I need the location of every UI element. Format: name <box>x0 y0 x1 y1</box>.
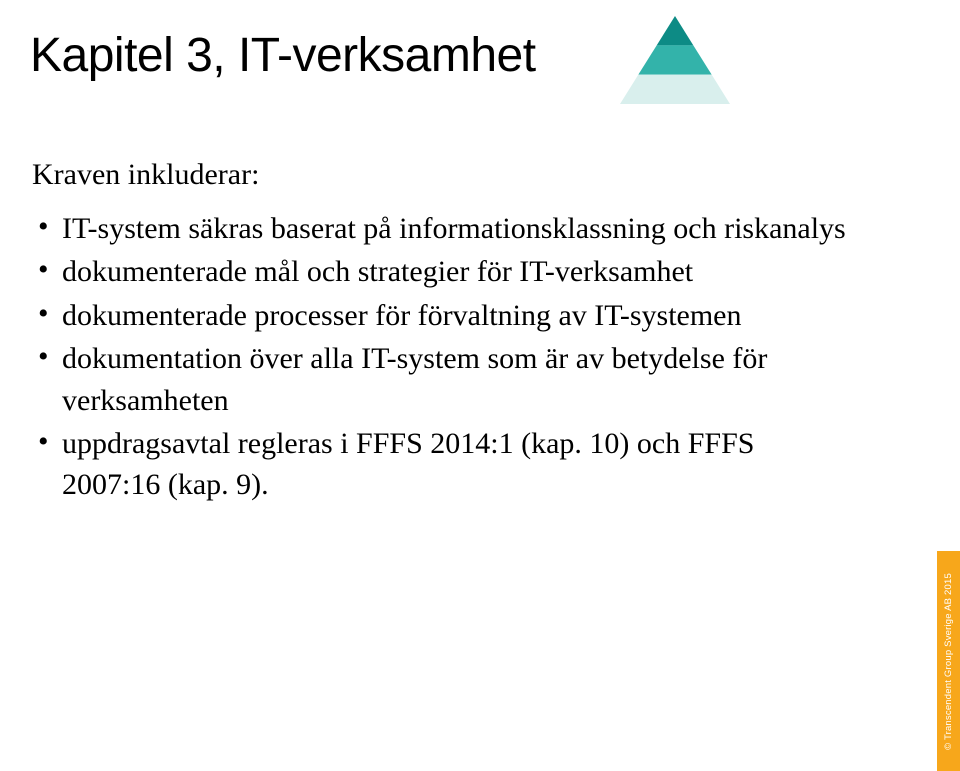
page-title: Kapitel 3, IT-verksamhet <box>30 28 536 83</box>
pyramid-middle <box>638 45 711 74</box>
slide-page: Kapitel 3, IT-verksamhet Kraven inkluder… <box>0 0 960 771</box>
list-item: uppdragsavtal regleras i FFFS 2014:1 (ka… <box>32 423 852 506</box>
pyramid-bottom <box>620 75 730 104</box>
list-item: dokumenterade mål och strategier för IT-… <box>32 251 852 292</box>
side-tab: © Transcendent Group Sverige AB 2015 <box>937 551 960 771</box>
list-item: dokumentation över alla IT-system som är… <box>32 338 852 421</box>
bullet-list: IT-system säkras baserat på informations… <box>32 208 852 506</box>
copyright-label: © Transcendent Group Sverige AB 2015 <box>943 573 954 750</box>
content-block: Kraven inkluderar: IT-system säkras base… <box>32 158 852 508</box>
list-item: dokumenterade processer för förvaltning … <box>32 295 852 336</box>
list-item: IT-system säkras baserat på informations… <box>32 208 852 249</box>
subheading: Kraven inkluderar: <box>32 158 852 192</box>
pyramid-top <box>657 16 694 45</box>
pyramid-icon <box>620 16 730 104</box>
